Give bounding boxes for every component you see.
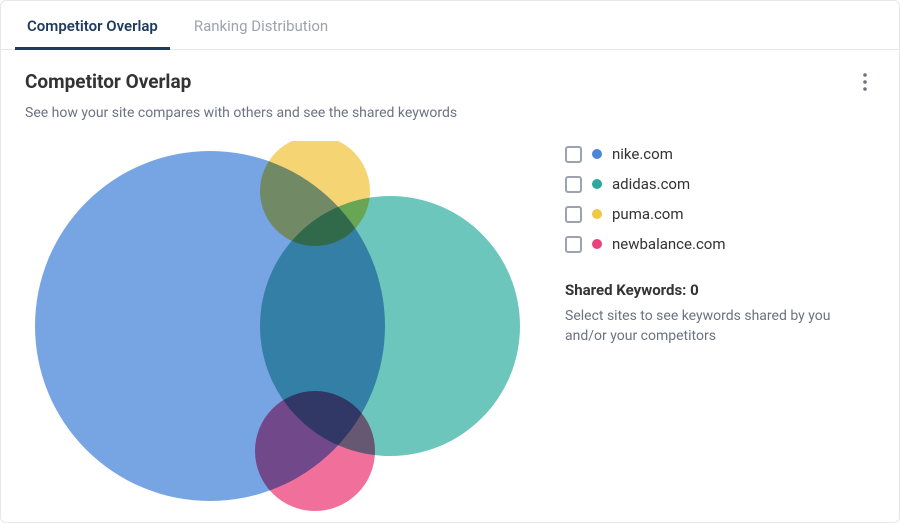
shared-keywords-block: Shared Keywords: 0 Select sites to see k…: [565, 281, 875, 346]
legend-item-newbalance: newbalance.com: [565, 235, 875, 253]
panel-header: Competitor Overlap See how your site com…: [25, 70, 875, 121]
legend-checkbox[interactable]: [565, 236, 582, 253]
legend-swatch: [592, 149, 602, 159]
venn-circle-puma-com[interactable]: [260, 141, 370, 246]
legend-label: nike.com: [612, 145, 673, 163]
panel-content: Competitor Overlap See how your site com…: [1, 50, 899, 519]
venn-chart: [25, 141, 545, 521]
competitor-overlap-card: Competitor Overlap Ranking Distribution …: [0, 0, 900, 523]
shared-keywords-count: 0: [690, 281, 699, 299]
tabs-bar: Competitor Overlap Ranking Distribution: [1, 1, 899, 50]
venn-circle-newbalance-com[interactable]: [255, 391, 375, 511]
kebab-icon: [863, 73, 867, 91]
legend-label: newbalance.com: [612, 235, 726, 253]
tab-ranking-distribution[interactable]: Ranking Distribution: [176, 1, 346, 49]
legend-label: adidas.com: [612, 175, 690, 193]
shared-keywords-label: Shared Keywords:: [565, 281, 686, 299]
legend-checkbox[interactable]: [565, 176, 582, 193]
legend-swatch: [592, 179, 602, 189]
more-options-button[interactable]: [851, 68, 879, 96]
legend-checkbox[interactable]: [565, 206, 582, 223]
legend-item-adidas: adidas.com: [565, 175, 875, 193]
legend-list: nike.com adidas.com puma.com: [565, 145, 875, 253]
shared-keywords-title: Shared Keywords: 0: [565, 281, 875, 299]
legend-item-puma: puma.com: [565, 205, 875, 223]
legend-swatch: [592, 209, 602, 219]
legend-swatch: [592, 239, 602, 249]
legend-label: puma.com: [612, 205, 684, 223]
shared-keywords-description: Select sites to see keywords shared by y…: [565, 307, 865, 346]
panel-header-text: Competitor Overlap See how your site com…: [25, 70, 457, 121]
panel-title: Competitor Overlap: [25, 70, 457, 93]
panel-body: nike.com adidas.com puma.com: [25, 141, 875, 521]
legend-checkbox[interactable]: [565, 146, 582, 163]
side-panel: nike.com adidas.com puma.com: [545, 141, 875, 521]
tab-competitor-overlap[interactable]: Competitor Overlap: [9, 1, 176, 49]
tab-label: Competitor Overlap: [27, 17, 158, 35]
panel-subtitle: See how your site compares with others a…: [25, 105, 457, 121]
legend-item-nike: nike.com: [565, 145, 875, 163]
venn-svg: [25, 141, 545, 521]
tab-label: Ranking Distribution: [194, 17, 328, 35]
